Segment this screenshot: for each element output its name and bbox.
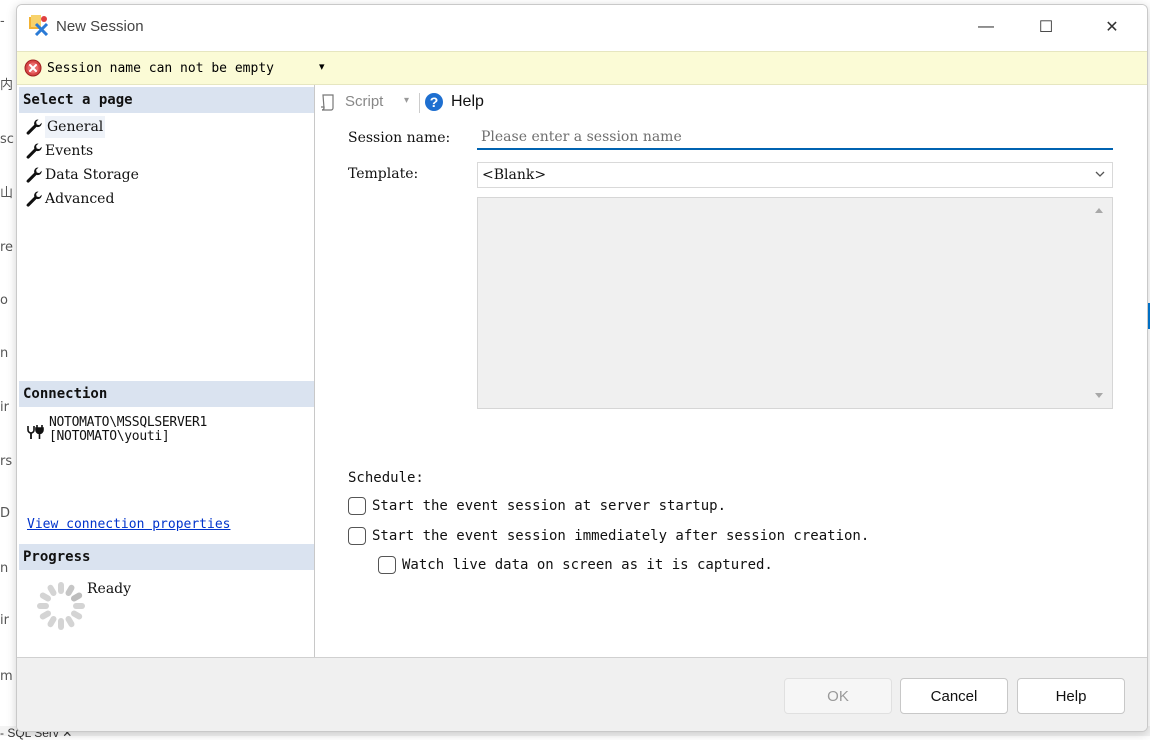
scroll-down-icon[interactable] <box>1094 392 1104 400</box>
start-immediately-checkbox[interactable] <box>348 527 366 545</box>
background-text: sc <box>0 132 14 147</box>
background-text: ir <box>0 613 9 628</box>
template-label: Template: <box>348 166 419 182</box>
page-item-label: General <box>45 116 106 138</box>
toolbar-separator <box>419 93 420 113</box>
ok-button[interactable]: OK <box>784 678 892 714</box>
watch-live-data-label: Watch live data on screen as it is captu… <box>402 557 773 573</box>
wrench-icon <box>26 143 42 159</box>
background-text: re <box>0 240 14 255</box>
background-text: 山 <box>0 186 14 201</box>
start-at-startup-label: Start the event session at server startu… <box>372 498 727 514</box>
page-item-label: Advanced <box>45 191 115 207</box>
error-expand-caret-icon[interactable]: ▾ <box>319 60 325 73</box>
script-icon <box>321 94 334 111</box>
start-immediately-label: Start the event session immediately afte… <box>372 528 870 544</box>
progress-header: Progress <box>19 544 314 570</box>
page-item-events[interactable]: Events <box>25 140 93 162</box>
background-text: - <box>0 14 5 29</box>
connection-info: NOTOMATO\MSSQLSERVER1 [NOTOMATO\youti] <box>49 416 207 444</box>
background-text: rs <box>0 454 13 469</box>
watch-live-data-checkbox[interactable] <box>378 556 396 574</box>
session-name-input[interactable] <box>477 126 1113 150</box>
new-session-dialog: New Session — ☐ ✕ Session name can not b… <box>16 4 1148 732</box>
left-panel: Select a page General Events Data Storag… <box>17 85 315 657</box>
wrench-icon <box>26 167 42 183</box>
wrench-icon <box>26 119 42 135</box>
page-item-general[interactable]: General <box>25 116 106 138</box>
new-session-app-icon <box>29 15 49 36</box>
title-bar[interactable]: New Session — ☐ ✕ <box>17 5 1147 49</box>
start-at-startup-option[interactable]: Start the event session at server startu… <box>348 497 726 515</box>
template-description-box <box>477 197 1113 409</box>
connection-user: [NOTOMATO\youti] <box>49 429 170 444</box>
error-message: Session name can not be empty <box>47 61 274 76</box>
script-dropdown-caret-icon[interactable]: ▾ <box>404 95 409 106</box>
scroll-up-icon[interactable] <box>1094 206 1104 214</box>
background-text: o <box>0 293 8 308</box>
page-toolbar: Script ▾ ? Help <box>315 89 1147 115</box>
template-select[interactable]: <Blank> <box>477 162 1113 188</box>
background-window-strip: - 内 sc 山 re o n ir rs D n ir m <box>0 0 16 736</box>
dialog-footer: OK Cancel Help <box>17 657 1147 731</box>
cancel-button[interactable]: Cancel <box>900 678 1008 714</box>
start-immediately-option[interactable]: Start the event session immediately afte… <box>348 527 869 545</box>
session-name-label: Session name: <box>348 130 451 146</box>
wrench-icon <box>26 191 42 207</box>
script-button[interactable]: Script <box>345 93 383 110</box>
template-selected-value: <Blank> <box>482 167 547 183</box>
schedule-label: Schedule: <box>348 470 424 486</box>
connection-header: Connection <box>19 381 314 407</box>
error-icon <box>24 59 42 77</box>
start-at-startup-checkbox[interactable] <box>348 497 366 515</box>
background-text: n <box>0 346 9 361</box>
connection-server: NOTOMATO\MSSQLSERVER1 <box>49 415 208 430</box>
background-text: n <box>0 561 9 576</box>
progress-spinner-icon <box>37 582 85 630</box>
page-item-advanced[interactable]: Advanced <box>25 188 114 210</box>
background-text: ir <box>0 400 9 415</box>
select-page-header: Select a page <box>19 87 314 113</box>
help-button[interactable]: Help <box>451 93 484 111</box>
maximize-button[interactable]: ☐ <box>1023 5 1069 49</box>
background-text: D <box>0 506 11 521</box>
background-text: m <box>0 669 13 684</box>
page-item-label: Events <box>45 143 94 159</box>
page-item-data-storage[interactable]: Data Storage <box>25 164 139 186</box>
help-icon[interactable]: ? <box>424 92 444 112</box>
help-footer-button[interactable]: Help <box>1017 678 1125 714</box>
background-text: 内 <box>0 78 14 93</box>
svg-text:?: ? <box>430 94 439 110</box>
window-title: New Session <box>56 18 144 35</box>
chevron-down-icon <box>1095 171 1105 177</box>
progress-status: Ready <box>87 581 132 597</box>
minimize-button[interactable]: — <box>963 5 1009 49</box>
watch-live-data-option[interactable]: Watch live data on screen as it is captu… <box>378 556 773 574</box>
connection-plug-icon <box>27 425 44 439</box>
view-connection-properties-link[interactable]: View connection properties <box>27 517 231 532</box>
close-button[interactable]: ✕ <box>1089 5 1135 49</box>
page-item-label: Data Storage <box>45 167 139 183</box>
error-message-bar[interactable]: Session name can not be empty ▾ <box>17 51 1147 85</box>
